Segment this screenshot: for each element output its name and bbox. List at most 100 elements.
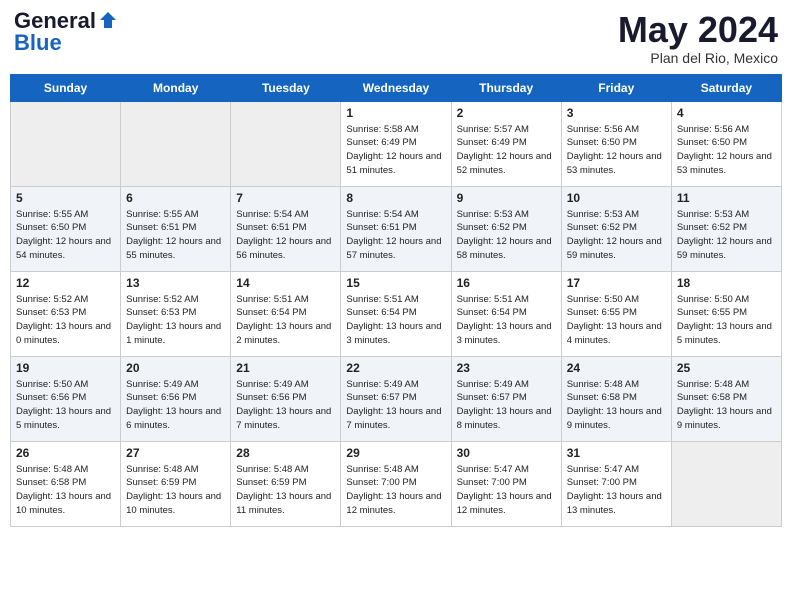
logo: General Blue: [14, 10, 118, 54]
cell-sun-info: Sunrise: 5:54 AMSunset: 6:51 PMDaylight:…: [236, 208, 336, 263]
calendar-cell: 28Sunrise: 5:48 AMSunset: 6:59 PMDayligh…: [231, 441, 341, 526]
page-header: General Blue May 2024 Plan del Rio, Mexi…: [10, 10, 782, 66]
cell-sun-info: Sunrise: 5:58 AMSunset: 6:49 PMDaylight:…: [346, 123, 446, 178]
calendar-cell: 19 Sunrise: 5:50 AMSunset: 6:56 PMDayligh…: [11, 356, 121, 441]
calendar-cell: 29 Sunrise: 5:48 AMSunset: 7:00 PMDayligh…: [341, 441, 451, 526]
calendar-cell: 6 Sunrise: 5:55 AMSunset: 6:51 PMDaylight…: [121, 186, 231, 271]
cell-sun-info: Sunrise: 5:55 AMSunset: 6:51 PMDaylight:…: [126, 208, 226, 263]
calendar-cell: 15 Sunrise: 5:51 AMSunset: 6:54 PMDayligh…: [341, 271, 451, 356]
day-number: 31: [567, 446, 667, 460]
day-number: 16: [457, 276, 557, 290]
day-number: 30: [457, 446, 557, 460]
calendar-cell: [11, 101, 121, 186]
calendar-cell: 1 Sunrise: 5:58 AMSunset: 6:49 PMDaylight…: [341, 101, 451, 186]
day-number: 8: [346, 191, 446, 205]
calendar-cell: 7 Sunrise: 5:54 AMSunset: 6:51 PMDaylight…: [231, 186, 341, 271]
month-title: May 2024: [618, 10, 778, 50]
calendar-cell: 10Sunrise: 5:53 AMSunset: 6:52 PMDayligh…: [561, 186, 671, 271]
cell-sun-info: Sunrise: 5:49 AMSunset: 6:57 PMDaylight:…: [457, 378, 557, 433]
calendar-cell: 18 Sunrise: 5:50 AMSunset: 6:55 PMDayligh…: [671, 271, 781, 356]
cell-sun-info: Sunrise: 5:50 AMSunset: 6:56 PMDaylight:…: [16, 378, 116, 433]
calendar-cell: [231, 101, 341, 186]
day-number: 27: [126, 446, 226, 460]
cell-sun-info: Sunrise: 5:55 AMSunset: 6:50 PMDaylight:…: [16, 208, 116, 263]
calendar-header-tuesday: Tuesday: [231, 74, 341, 101]
calendar-cell: [671, 441, 781, 526]
logo-blue-text: Blue: [14, 32, 62, 54]
calendar-cell: 24 Sunrise: 5:48 AMSunset: 6:58 PMDayligh…: [561, 356, 671, 441]
day-number: 17: [567, 276, 667, 290]
day-number: 24: [567, 361, 667, 375]
calendar-cell: 16Sunrise: 5:51 AMSunset: 6:54 PMDayligh…: [451, 271, 561, 356]
day-number: 5: [16, 191, 116, 205]
cell-sun-info: Sunrise: 5:48 AMSunset: 6:58 PMDaylight:…: [567, 378, 667, 433]
cell-sun-info: Sunrise: 5:51 AMSunset: 6:54 PMDaylight:…: [346, 293, 446, 348]
day-number: 13: [126, 276, 226, 290]
calendar-header-friday: Friday: [561, 74, 671, 101]
day-number: 15: [346, 276, 446, 290]
cell-sun-info: Sunrise: 5:50 AMSunset: 6:55 PMDaylight:…: [677, 293, 777, 348]
day-number: 29: [346, 446, 446, 460]
cell-sun-info: Sunrise: 5:53 AMSunset: 6:52 PMDaylight:…: [677, 208, 777, 263]
cell-sun-info: Sunrise: 5:56 AMSunset: 6:50 PMDaylight:…: [567, 123, 667, 178]
calendar-cell: 25 Sunrise: 5:48 AMSunset: 6:58 PMDayligh…: [671, 356, 781, 441]
day-number: 19: [16, 361, 116, 375]
cell-sun-info: Sunrise: 5:53 AMSunset: 6:52 PMDaylight:…: [457, 208, 557, 263]
cell-sun-info: Sunrise: 5:53 AMSunset: 6:52 PMDaylight:…: [567, 208, 667, 263]
calendar-cell: [121, 101, 231, 186]
day-number: 1: [346, 106, 446, 120]
day-number: 23: [457, 361, 557, 375]
calendar-header-sunday: Sunday: [11, 74, 121, 101]
day-number: 11: [677, 191, 777, 205]
calendar-header-monday: Monday: [121, 74, 231, 101]
calendar-cell: 23 Sunrise: 5:49 AMSunset: 6:57 PMDayligh…: [451, 356, 561, 441]
calendar-cell: 14Sunrise: 5:51 AMSunset: 6:54 PMDayligh…: [231, 271, 341, 356]
day-number: 12: [16, 276, 116, 290]
day-number: 18: [677, 276, 777, 290]
calendar-cell: 3 Sunrise: 5:56 AMSunset: 6:50 PMDaylight…: [561, 101, 671, 186]
day-number: 6: [126, 191, 226, 205]
cell-sun-info: Sunrise: 5:52 AMSunset: 6:53 PMDaylight:…: [126, 293, 226, 348]
calendar-cell: 27 Sunrise: 5:48 AMSunset: 6:59 PMDayligh…: [121, 441, 231, 526]
cell-sun-info: Sunrise: 5:48 AMSunset: 7:00 PMDaylight:…: [346, 463, 446, 518]
calendar-header-saturday: Saturday: [671, 74, 781, 101]
day-number: 26: [16, 446, 116, 460]
calendar-week-row: 5 Sunrise: 5:55 AMSunset: 6:50 PMDaylight…: [11, 186, 782, 271]
cell-sun-info: Sunrise: 5:49 AMSunset: 6:56 PMDaylight:…: [126, 378, 226, 433]
cell-sun-info: Sunrise: 5:48 AMSunset: 6:59 PMDaylight:…: [126, 463, 226, 518]
cell-sun-info: Sunrise: 5:47 AMSunset: 7:00 PMDaylight:…: [567, 463, 667, 518]
cell-sun-info: Sunrise: 5:56 AMSunset: 6:50 PMDaylight:…: [677, 123, 777, 178]
day-number: 22: [346, 361, 446, 375]
cell-sun-info: Sunrise: 5:51 AMSunset: 6:54 PMDaylight:…: [236, 293, 336, 348]
calendar-week-row: 1 Sunrise: 5:58 AMSunset: 6:49 PMDaylight…: [11, 101, 782, 186]
day-number: 20: [126, 361, 226, 375]
calendar-cell: 9 Sunrise: 5:53 AMSunset: 6:52 PMDaylight…: [451, 186, 561, 271]
day-number: 3: [567, 106, 667, 120]
day-number: 2: [457, 106, 557, 120]
cell-sun-info: Sunrise: 5:48 AMSunset: 6:58 PMDaylight:…: [677, 378, 777, 433]
day-number: 25: [677, 361, 777, 375]
cell-sun-info: Sunrise: 5:49 AMSunset: 6:57 PMDaylight:…: [346, 378, 446, 433]
calendar-cell: 17 Sunrise: 5:50 AMSunset: 6:55 PMDayligh…: [561, 271, 671, 356]
day-number: 4: [677, 106, 777, 120]
day-number: 21: [236, 361, 336, 375]
cell-sun-info: Sunrise: 5:50 AMSunset: 6:55 PMDaylight:…: [567, 293, 667, 348]
calendar-week-row: 19 Sunrise: 5:50 AMSunset: 6:56 PMDayligh…: [11, 356, 782, 441]
day-number: 7: [236, 191, 336, 205]
cell-sun-info: Sunrise: 5:48 AMSunset: 6:59 PMDaylight:…: [236, 463, 336, 518]
cell-sun-info: Sunrise: 5:54 AMSunset: 6:51 PMDaylight:…: [346, 208, 446, 263]
calendar-header-row: SundayMondayTuesdayWednesdayThursdayFrid…: [11, 74, 782, 101]
cell-sun-info: Sunrise: 5:52 AMSunset: 6:53 PMDaylight:…: [16, 293, 116, 348]
calendar-week-row: 26Sunrise: 5:48 AMSunset: 6:58 PMDayligh…: [11, 441, 782, 526]
calendar-header-thursday: Thursday: [451, 74, 561, 101]
day-number: 9: [457, 191, 557, 205]
calendar-cell: 8 Sunrise: 5:54 AMSunset: 6:51 PMDaylight…: [341, 186, 451, 271]
calendar-cell: 21Sunrise: 5:49 AMSunset: 6:56 PMDayligh…: [231, 356, 341, 441]
logo-general-text: General: [14, 10, 96, 32]
calendar-table: SundayMondayTuesdayWednesdayThursdayFrid…: [10, 74, 782, 527]
calendar-cell: 26Sunrise: 5:48 AMSunset: 6:58 PMDayligh…: [11, 441, 121, 526]
calendar-cell: 5 Sunrise: 5:55 AMSunset: 6:50 PMDaylight…: [11, 186, 121, 271]
calendar-cell: 2Sunrise: 5:57 AMSunset: 6:49 PMDaylight…: [451, 101, 561, 186]
calendar-week-row: 12 Sunrise: 5:52 AMSunset: 6:53 PMDayligh…: [11, 271, 782, 356]
calendar-cell: 12 Sunrise: 5:52 AMSunset: 6:53 PMDayligh…: [11, 271, 121, 356]
